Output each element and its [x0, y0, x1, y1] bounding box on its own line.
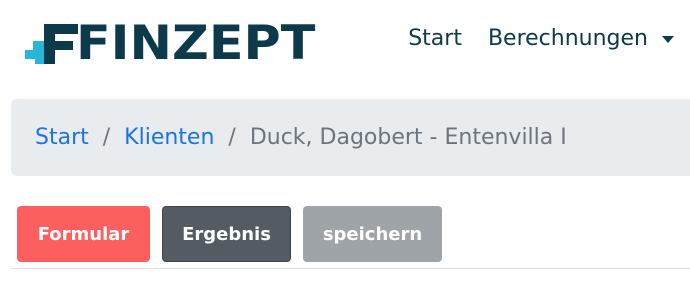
brand-logo[interactable]: FINZEPT [22, 20, 315, 68]
breadcrumb-active-item: Duck, Dagobert - Entenvilla I [249, 125, 567, 150]
page: FINZEPT Start Berechnungen Start / Klien… [0, 0, 690, 288]
finzept-stairs-logo-icon [25, 24, 78, 64]
nav-calculations-dropdown[interactable]: Berechnungen [488, 26, 674, 51]
main-nav: Start Berechnungen [408, 26, 674, 51]
breadcrumb-separator: / [102, 125, 111, 150]
caret-down-icon [662, 36, 674, 43]
breadcrumb-start-link[interactable]: Start [35, 125, 89, 150]
action-button-group: Formular Ergebnis speichern [17, 206, 442, 262]
breadcrumb-clients-link[interactable]: Klienten [124, 125, 214, 150]
nav-calculations-label: Berechnungen [487, 26, 648, 51]
ergebnis-button[interactable]: Ergebnis [162, 206, 291, 262]
save-button[interactable]: speichern [303, 206, 442, 262]
navbar: FINZEPT Start Berechnungen [0, 0, 690, 88]
nav-start-link[interactable]: Start [408, 26, 462, 51]
brand-name: FINZEPT [76, 16, 316, 71]
divider [11, 268, 690, 269]
breadcrumb: Start / Klienten / Duck, Dagobert - Ente… [11, 99, 690, 176]
breadcrumb-separator: / [228, 125, 236, 150]
formular-button[interactable]: Formular [17, 206, 150, 262]
